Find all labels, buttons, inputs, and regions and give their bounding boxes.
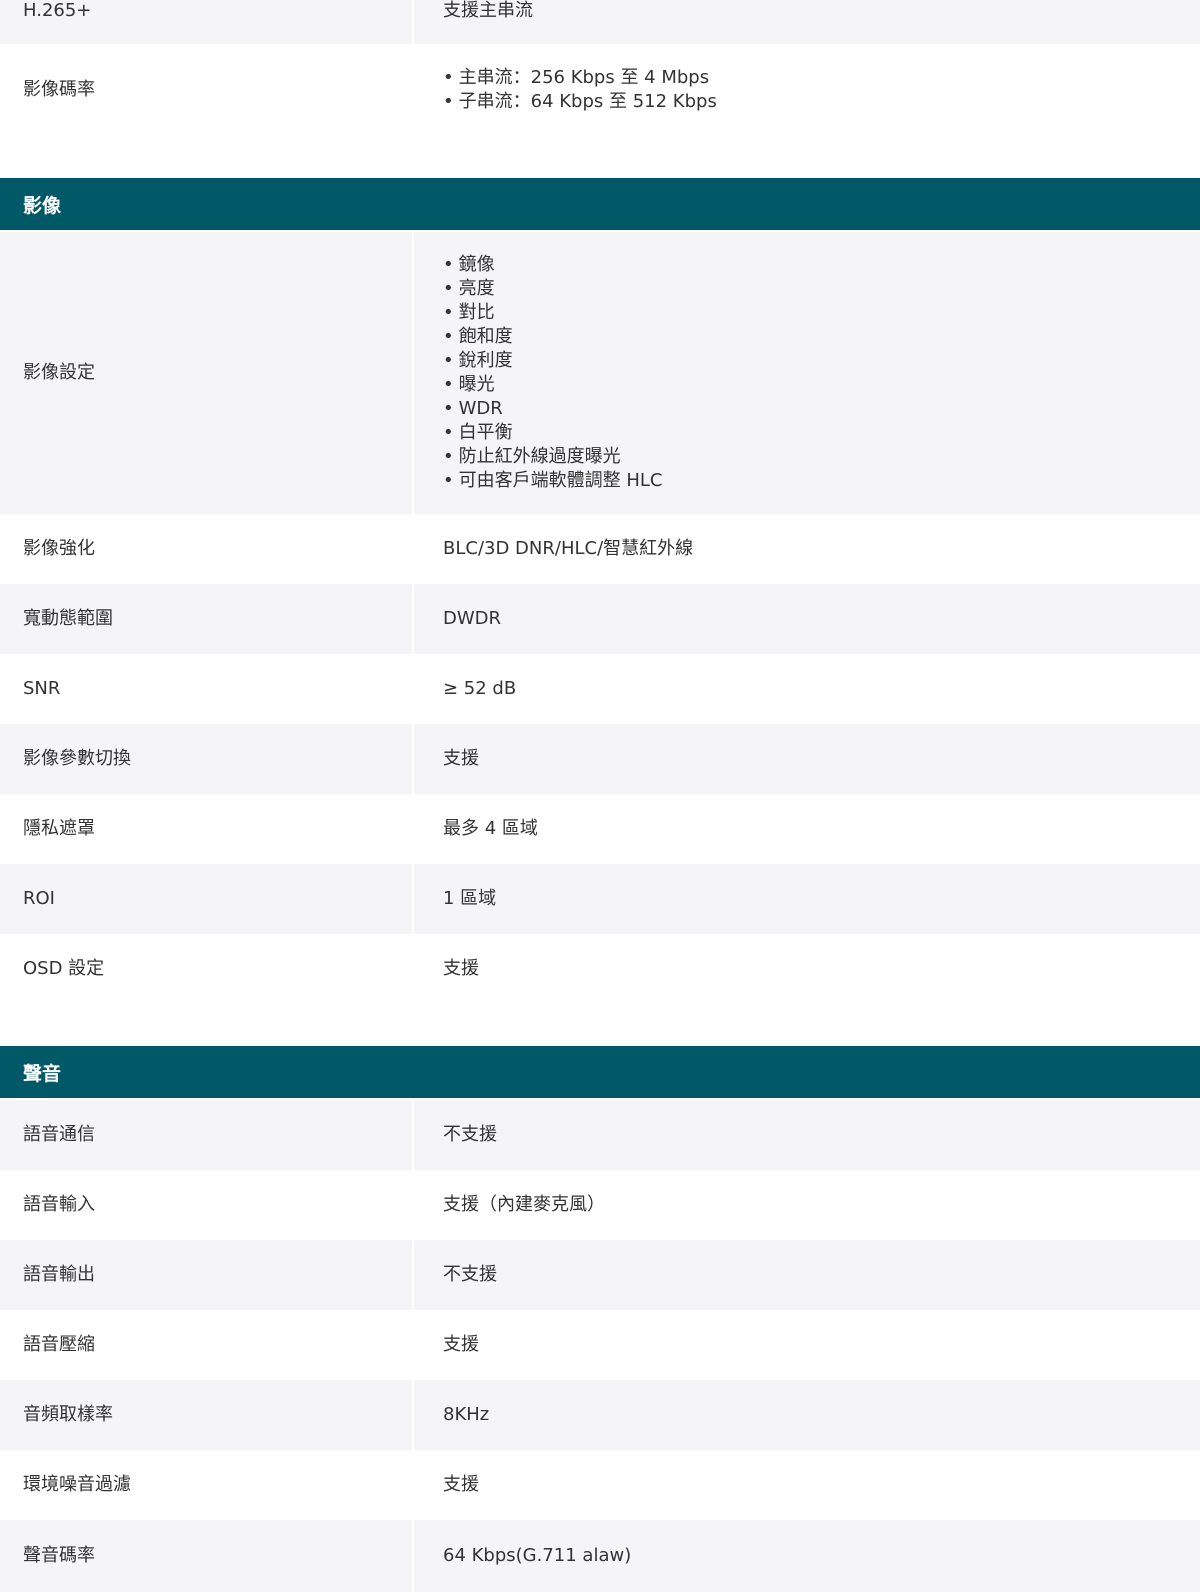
spec-row-voice-compression: 語音壓縮 支援 xyxy=(0,1310,1200,1380)
spec-row-voice-comm: 語音通信 不支援 xyxy=(0,1100,1200,1170)
spec-row-noise-filter: 環境噪音過濾 支援 xyxy=(0,1450,1200,1520)
spec-value: 64 Kbps(G.711 alaw) xyxy=(414,1520,1200,1592)
spec-value: 主串流：256 Kbps 至 4 Mbps 子串流：64 Kbps 至 512 … xyxy=(414,44,1200,136)
spec-row-privacy-mask: 隱私遮罩 最多 4 區域 xyxy=(0,794,1200,864)
spec-value: 支援 xyxy=(414,1310,1200,1380)
spec-value-text: 支援 xyxy=(443,958,479,979)
spec-value: 支援 xyxy=(414,1450,1200,1520)
spec-row-voice-output: 語音輸出 不支援 xyxy=(0,1240,1200,1310)
spec-row-snr: SNR ≥ 52 dB xyxy=(0,654,1200,724)
spec-label: 影像碼率 xyxy=(0,44,412,136)
spec-value-text: ≥ 52 dB xyxy=(443,678,517,699)
spec-row-osd: OSD 設定 支援 xyxy=(0,934,1200,1004)
bullet-item: 防止紅外線過度曝光 xyxy=(443,445,1200,469)
spec-value: 最多 4 區域 xyxy=(414,794,1200,864)
spec-row-audio-bitrate: 聲音碼率 64 Kbps(G.711 alaw) xyxy=(0,1520,1200,1592)
spec-value: 支援 xyxy=(414,934,1200,1004)
spec-value-text: 支援主串流 xyxy=(443,0,533,21)
spec-value-text: 支援 xyxy=(443,748,479,769)
spec-row-voice-input: 語音輸入 支援（內建麥克風） xyxy=(0,1170,1200,1240)
bullet-item: 亮度 xyxy=(443,277,1200,301)
bullet-item: WDR xyxy=(443,397,1200,421)
spec-value: 不支援 xyxy=(414,1100,1200,1170)
bullet-item: 銳利度 xyxy=(443,349,1200,373)
spec-value: 不支援 xyxy=(414,1240,1200,1310)
spec-value-text: 1 區域 xyxy=(443,888,497,909)
bullet-item: 白平衡 xyxy=(443,421,1200,445)
spec-label: 語音輸出 xyxy=(0,1240,412,1310)
spec-value-text: 支援 xyxy=(443,1474,479,1495)
spec-value: 支援（內建麥克風） xyxy=(414,1170,1200,1240)
spec-value-text: BLC/3D DNR/HLC/智慧紅外線 xyxy=(443,538,694,559)
spec-label: 寬動態範圍 xyxy=(0,584,412,654)
spec-label: 語音通信 xyxy=(0,1100,412,1170)
bullet-item: 鏡像 xyxy=(443,253,1200,277)
spec-value-text: 支援 xyxy=(443,1334,479,1355)
bullet-item: 可由客戶端軟體調整 HLC xyxy=(443,469,1200,493)
spec-table: H.265+ 支援主串流 影像碼率 主串流：256 Kbps 至 4 Mbps … xyxy=(0,0,1200,1592)
spec-label: SNR xyxy=(0,654,412,724)
spec-label: 語音輸入 xyxy=(0,1170,412,1240)
spec-label: 隱私遮罩 xyxy=(0,794,412,864)
spec-row-image-settings: 影像設定 鏡像 亮度 對比 飽和度 銳利度 曝光 WDR 白平衡 防止紅外線過度… xyxy=(0,232,1200,514)
section-header-audio: 聲音 xyxy=(0,1046,1200,1098)
spec-label: 影像設定 xyxy=(0,232,412,514)
spec-value: BLC/3D DNR/HLC/智慧紅外線 xyxy=(414,514,1200,584)
spec-row-image-enhance: 影像強化 BLC/3D DNR/HLC/智慧紅外線 xyxy=(0,514,1200,584)
spec-value: DWDR xyxy=(414,584,1200,654)
spec-value-text: DWDR xyxy=(443,608,502,629)
spec-row-param-switch: 影像參數切換 支援 xyxy=(0,724,1200,794)
spec-value: ≥ 52 dB xyxy=(414,654,1200,724)
spec-row-h265: H.265+ 支援主串流 xyxy=(0,0,1200,44)
spec-label: 語音壓縮 xyxy=(0,1310,412,1380)
spec-label: 聲音碼率 xyxy=(0,1520,412,1592)
bullet-item: 子串流：64 Kbps 至 512 Kbps xyxy=(443,90,1200,114)
bullet-item: 曝光 xyxy=(443,373,1200,397)
spec-value: 鏡像 亮度 對比 飽和度 銳利度 曝光 WDR 白平衡 防止紅外線過度曝光 可由… xyxy=(414,232,1200,514)
spec-label: 環境噪音過濾 xyxy=(0,1450,412,1520)
bullet-item: 飽和度 xyxy=(443,325,1200,349)
spec-label: H.265+ xyxy=(0,0,412,44)
section-header-image: 影像 xyxy=(0,178,1200,230)
spec-value-text: 8KHz xyxy=(443,1404,490,1425)
spec-label: ROI xyxy=(0,864,412,934)
spec-value: 支援主串流 xyxy=(414,0,1200,44)
spec-row-bitrate: 影像碼率 主串流：256 Kbps 至 4 Mbps 子串流：64 Kbps 至… xyxy=(0,44,1200,136)
spec-label: 影像強化 xyxy=(0,514,412,584)
spec-label: 音頻取樣率 xyxy=(0,1380,412,1450)
spec-value: 1 區域 xyxy=(414,864,1200,934)
bullet-item: 主串流：256 Kbps 至 4 Mbps xyxy=(443,66,1200,90)
spec-value: 8KHz xyxy=(414,1380,1200,1450)
spec-label: 影像參數切換 xyxy=(0,724,412,794)
spec-value-text: 64 Kbps(G.711 alaw) xyxy=(443,1545,632,1566)
spec-value-text: 最多 4 區域 xyxy=(443,818,538,839)
spec-row-sample-rate: 音頻取樣率 8KHz xyxy=(0,1380,1200,1450)
spec-value-text: 支援（內建麥克風） xyxy=(443,1194,605,1215)
spec-label: OSD 設定 xyxy=(0,934,412,1004)
spec-value: 支援 xyxy=(414,724,1200,794)
bullet-item: 對比 xyxy=(443,301,1200,325)
spec-row-wdr: 寬動態範圍 DWDR xyxy=(0,584,1200,654)
spec-row-roi: ROI 1 區域 xyxy=(0,864,1200,934)
spec-value-text: 不支援 xyxy=(443,1124,497,1145)
spec-value-text: 不支援 xyxy=(443,1264,497,1285)
